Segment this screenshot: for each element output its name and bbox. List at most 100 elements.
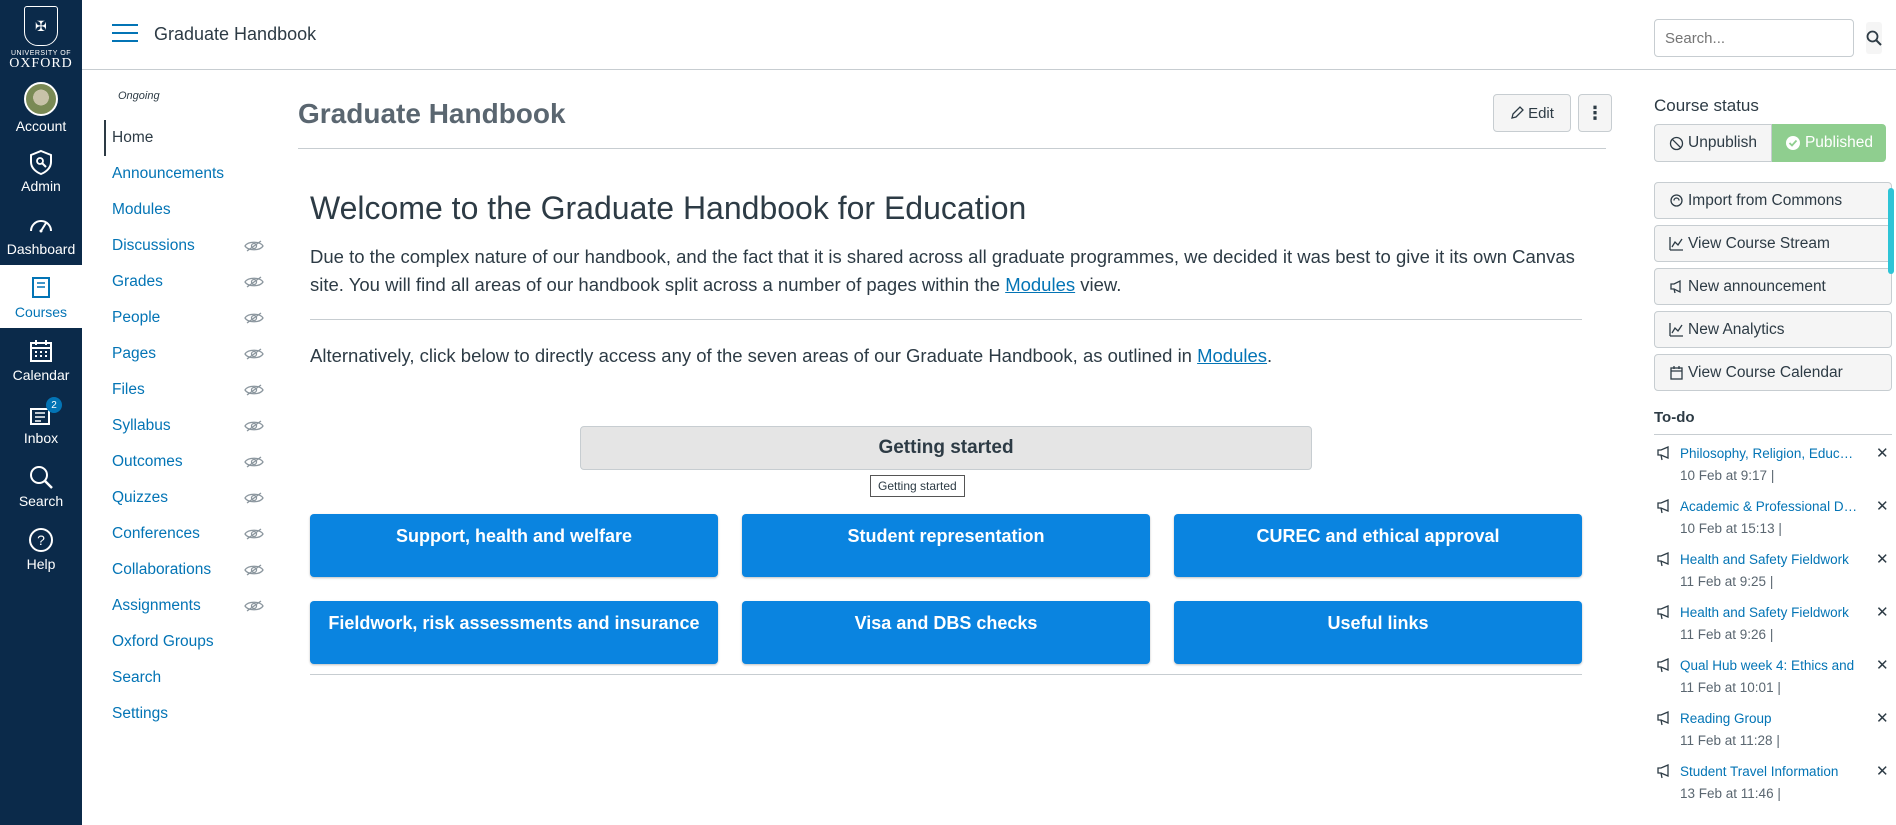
course-nav-settings[interactable]: Settings	[104, 696, 264, 732]
dismiss-icon[interactable]: ✕	[1876, 656, 1889, 674]
view-course-stream-button[interactable]: View Course Stream	[1654, 225, 1892, 262]
page-body: Welcome to the Graduate Handbook for Edu…	[310, 190, 1582, 675]
hidden-eye-icon	[244, 312, 264, 324]
getting-started-tooltip: Getting started	[870, 475, 965, 497]
unpublish-button[interactable]: Unpublish	[1654, 124, 1772, 162]
course-nav-grades[interactable]: Grades	[104, 264, 264, 300]
search-box	[1654, 19, 1882, 57]
course-nav-label: Grades	[112, 273, 163, 290]
help-icon: ?	[29, 527, 53, 552]
course-nav-conferences[interactable]: Conferences	[104, 516, 264, 552]
calendar-icon	[1670, 366, 1683, 380]
todo-item-title[interactable]: Academic & Professional Development	[1680, 499, 1860, 514]
course-nav-label: Outcomes	[112, 453, 183, 470]
breadcrumb[interactable]: Graduate Handbook	[154, 24, 316, 45]
course-nav-outcomes[interactable]: Outcomes	[104, 444, 264, 480]
todo-item: Student Travel Information 13 Feb at 11:4…	[1654, 763, 1892, 816]
edit-button[interactable]: Edit	[1493, 94, 1571, 132]
useful-links-button[interactable]: Useful links	[1174, 601, 1582, 664]
dismiss-icon[interactable]: ✕	[1876, 603, 1889, 621]
global-nav-search[interactable]: Search	[0, 454, 82, 517]
global-nav-courses[interactable]: Courses	[0, 265, 82, 328]
dismiss-icon[interactable]: ✕	[1876, 550, 1889, 568]
dismiss-icon[interactable]: ✕	[1876, 444, 1889, 462]
import-from-commons-button[interactable]: Import from Commons	[1654, 182, 1892, 219]
intro-paragraph: Due to the complex nature of our handboo…	[310, 246, 1575, 295]
course-nav-label: Conferences	[112, 525, 200, 542]
oxford-logo[interactable]: ✠ UNIVERSITY OF OXFORD	[0, 0, 82, 76]
course-nav-label: Oxford Groups	[112, 633, 214, 650]
course-nav-oxford-groups[interactable]: Oxford Groups	[104, 624, 264, 660]
curec-ethical-approval-button[interactable]: CUREC and ethical approval	[1174, 514, 1582, 577]
hidden-eye-icon	[244, 528, 264, 540]
course-nav-label: Search	[112, 669, 162, 686]
course-nav-modules[interactable]: Modules	[104, 192, 264, 228]
course-nav-quizzes[interactable]: Quizzes	[104, 480, 264, 516]
global-nav-dashboard[interactable]: Dashboard	[0, 202, 82, 265]
inbox-unread-badge: 2	[46, 397, 62, 413]
course-status-heading: Course status	[1654, 96, 1759, 115]
global-nav-help[interactable]: ? Help	[0, 517, 82, 580]
todo-item-date: 11 Feb at 9:25 |	[1680, 574, 1774, 589]
course-nav-assignments[interactable]: Assignments	[104, 588, 264, 624]
bottom-divider	[310, 674, 1582, 675]
todo-item-date: 11 Feb at 9:26 |	[1680, 627, 1774, 642]
todo-item-title[interactable]: Qual Hub week 4: Ethics and	[1680, 658, 1860, 673]
todo-item-title[interactable]: Reading Group	[1680, 711, 1860, 726]
new-analytics-button[interactable]: New Analytics	[1654, 311, 1892, 348]
modules-link[interactable]: Modules	[1005, 274, 1075, 295]
hidden-eye-icon	[244, 456, 264, 468]
sidebar-scrollbar[interactable]	[1888, 188, 1894, 274]
search-input[interactable]	[1655, 20, 1864, 56]
hidden-eye-icon	[244, 348, 264, 360]
dismiss-icon[interactable]: ✕	[1876, 762, 1889, 780]
announcement-icon	[1657, 658, 1669, 673]
todo-item-title[interactable]: Philosophy, Religion, Education	[1680, 446, 1860, 461]
hidden-eye-icon	[244, 276, 264, 288]
menu-toggle-icon[interactable]	[112, 24, 138, 44]
announcement-icon	[1657, 499, 1669, 514]
view-course-calendar-button[interactable]: View Course Calendar	[1654, 354, 1892, 391]
published-button[interactable]: Published	[1772, 124, 1886, 162]
course-nav-pages[interactable]: Pages	[104, 336, 264, 372]
global-nav-account[interactable]: Account	[0, 76, 82, 139]
course-nav-label: Quizzes	[112, 489, 168, 506]
fieldwork-risk-insurance-button[interactable]: Fieldwork, risk assessments and insuranc…	[310, 601, 718, 664]
calendar-icon	[30, 339, 52, 362]
support-health-welfare-button[interactable]: Support, health and welfare	[310, 514, 718, 577]
hidden-eye-icon	[244, 384, 264, 396]
global-nav-inbox[interactable]: 2 Inbox	[0, 391, 82, 454]
new-announcement-button[interactable]: New announcement	[1654, 268, 1892, 305]
todo-item-date: 10 Feb at 9:17 |	[1680, 468, 1775, 483]
todo-list: Philosophy, Religion, Education 10 Feb at…	[1654, 445, 1892, 816]
hidden-eye-icon	[244, 564, 264, 576]
todo-item-title[interactable]: Health and Safety Fieldwork	[1680, 605, 1860, 620]
dismiss-icon[interactable]: ✕	[1876, 497, 1889, 515]
course-status-toggle: Unpublish Published	[1654, 124, 1892, 162]
todo-item-title[interactable]: Health and Safety Fieldwork	[1680, 552, 1860, 567]
todo-item: Philosophy, Religion, Education 10 Feb at…	[1654, 445, 1892, 498]
course-nav-announcements[interactable]: Announcements	[104, 156, 264, 192]
visa-dbs-checks-button[interactable]: Visa and DBS checks	[742, 601, 1150, 664]
todo-item-date: 13 Feb at 11:46 |	[1680, 786, 1781, 801]
course-nav-search[interactable]: Search	[104, 660, 264, 696]
modules-link-2[interactable]: Modules	[1197, 345, 1267, 366]
search-button[interactable]	[1866, 22, 1882, 54]
course-nav-files[interactable]: Files	[104, 372, 264, 408]
course-nav-discussions[interactable]: Discussions	[104, 228, 264, 264]
getting-started-button[interactable]: Getting started	[580, 426, 1312, 470]
global-nav-admin[interactable]: Admin	[0, 139, 82, 202]
todo-item: Health and Safety Fieldwork 11 Feb at 9:2…	[1654, 551, 1892, 604]
todo-item-title[interactable]: Student Travel Information	[1680, 764, 1860, 779]
announcement-icon	[1657, 605, 1669, 620]
student-representation-button[interactable]: Student representation	[742, 514, 1150, 577]
announcement-icon	[1657, 764, 1669, 779]
course-nav-home[interactable]: Home	[104, 120, 264, 156]
course-nav-syllabus[interactable]: Syllabus	[104, 408, 264, 444]
course-nav-people[interactable]: People	[104, 300, 264, 336]
more-options-button[interactable]: ⋮	[1578, 94, 1612, 132]
course-nav-label: Announcements	[112, 165, 225, 182]
course-nav-collaborations[interactable]: Collaborations	[104, 552, 264, 588]
global-nav-calendar[interactable]: Calendar	[0, 328, 82, 391]
dismiss-icon[interactable]: ✕	[1876, 709, 1889, 727]
